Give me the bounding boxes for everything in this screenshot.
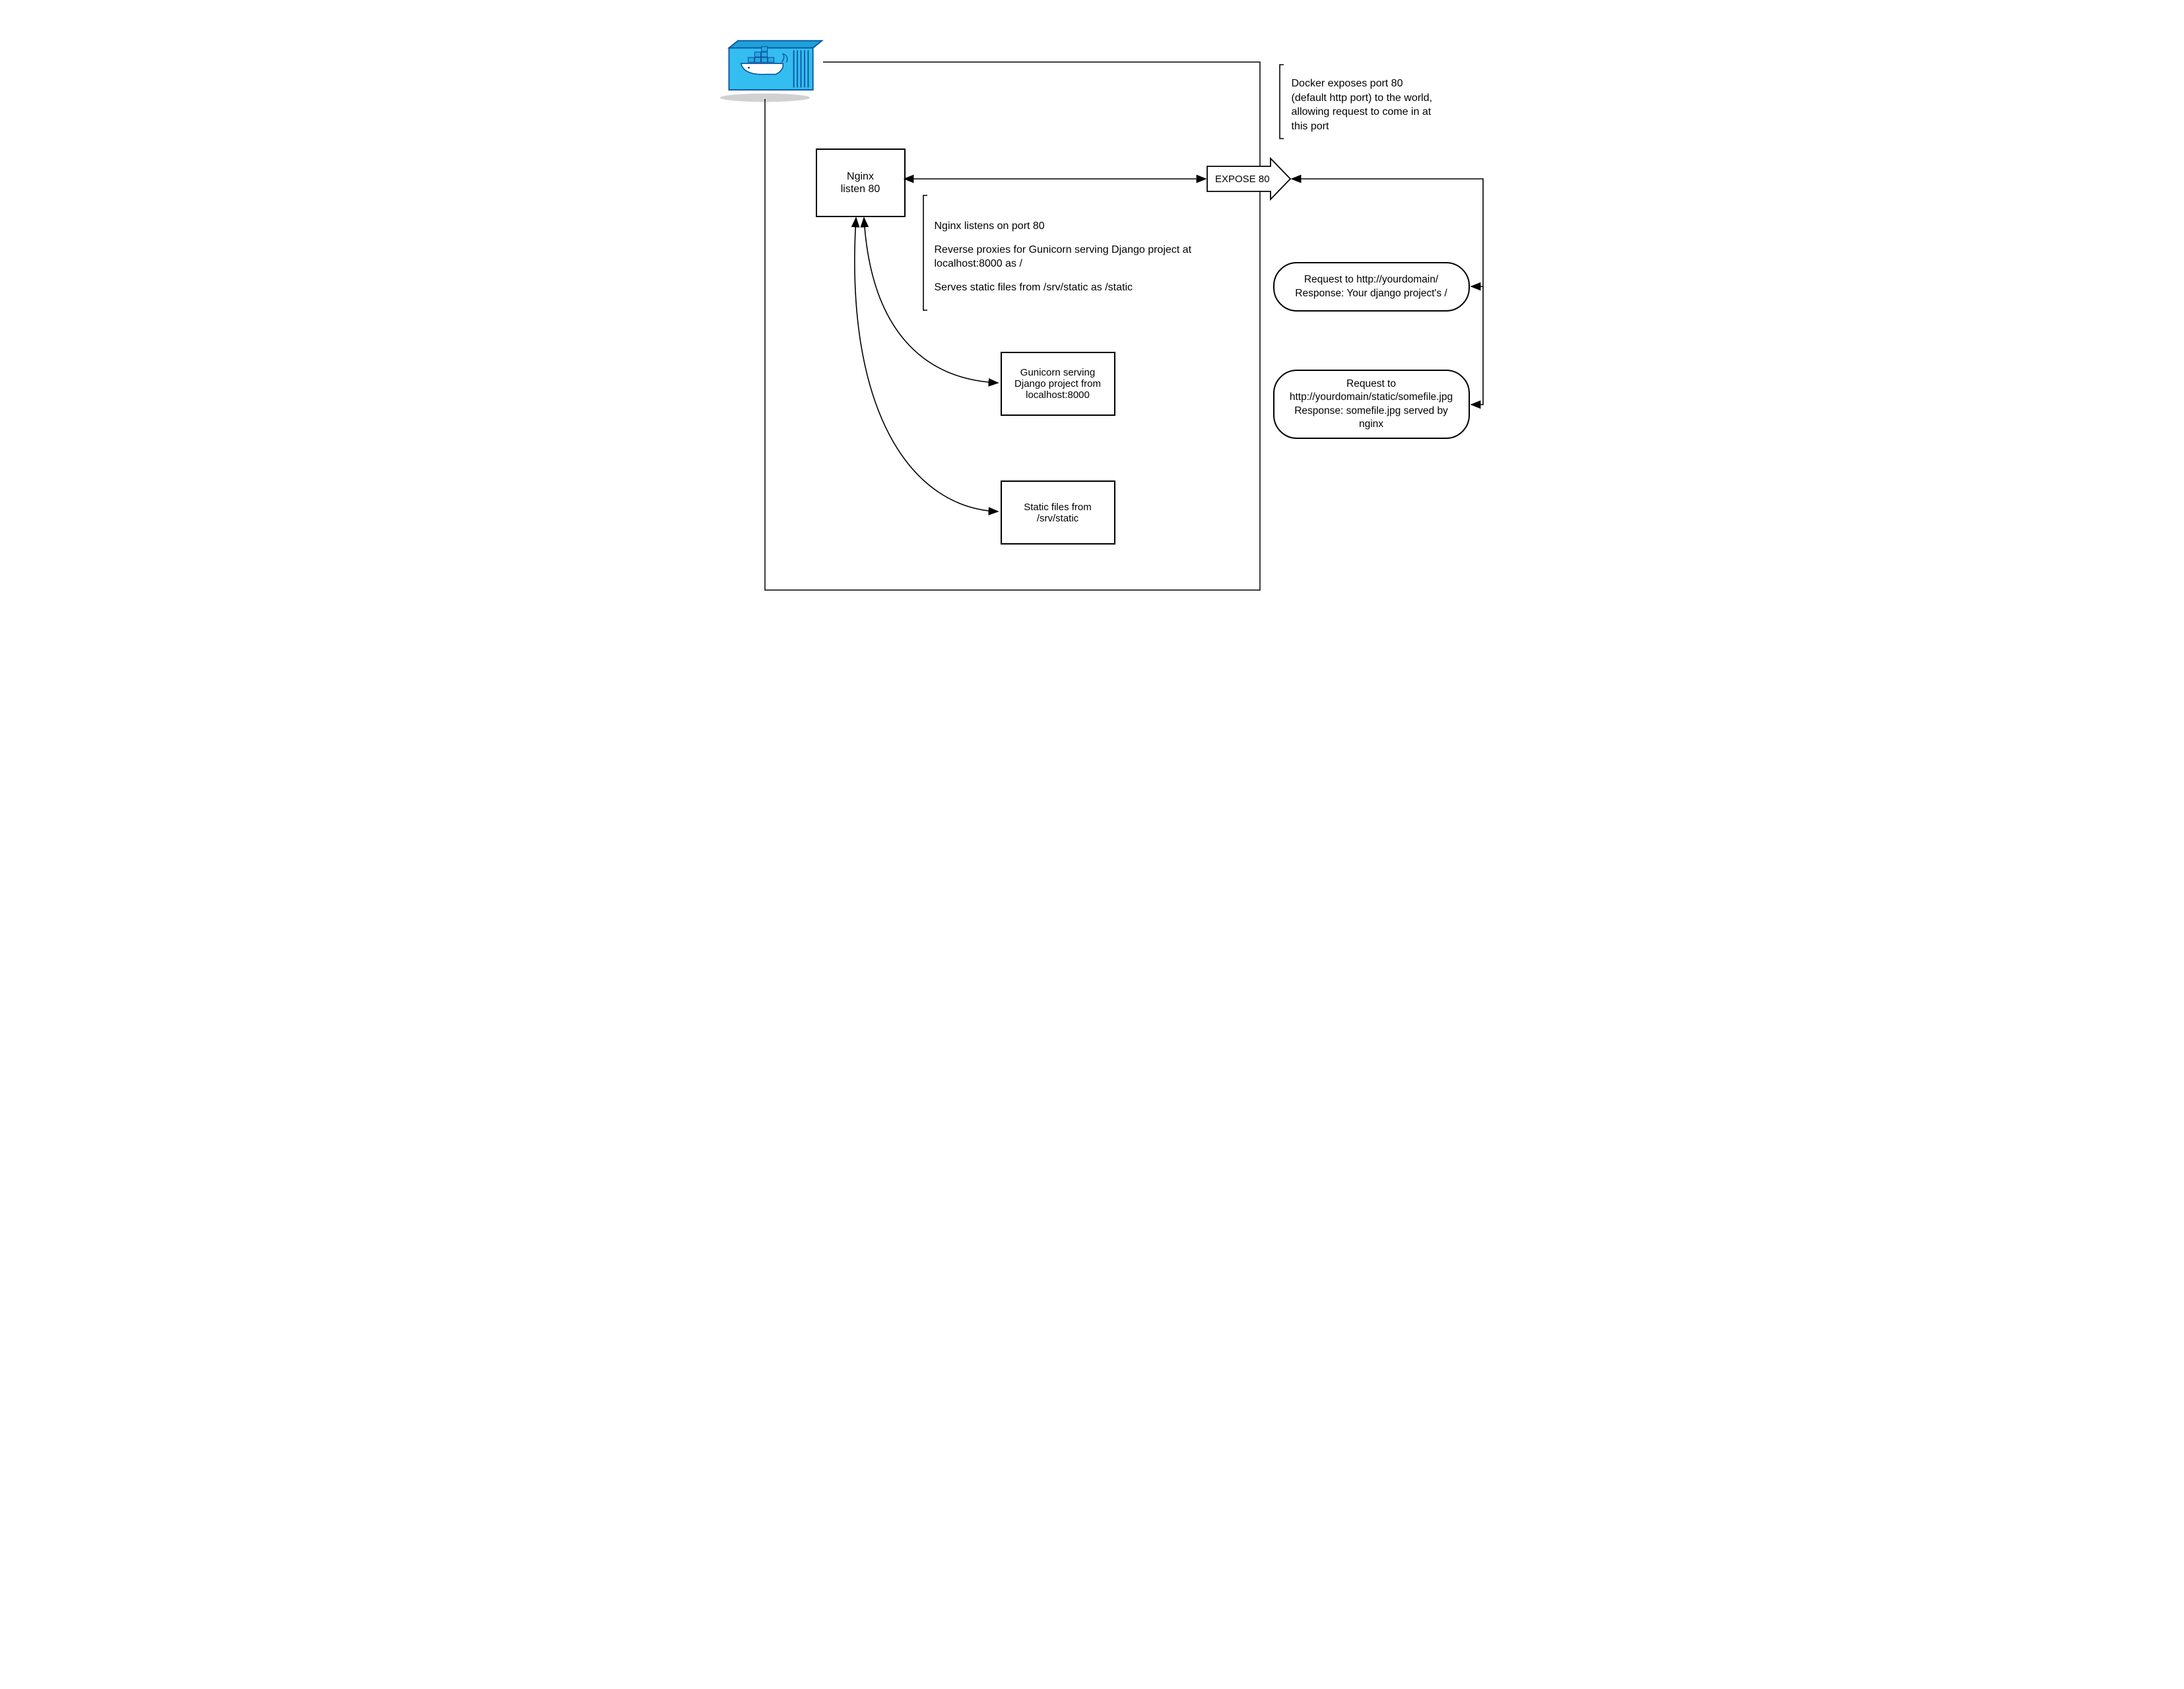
expose-label: EXPOSE 80 xyxy=(1215,174,1270,185)
static-files-box: Static files from /srv/static xyxy=(1001,480,1115,545)
diagram-canvas: Nginx listen 80 Gunicorn serving Django … xyxy=(679,0,1506,639)
gunicorn-label: Gunicorn serving Django project from loc… xyxy=(1005,367,1111,401)
branch-to-request-static-connector xyxy=(1471,286,1483,405)
expose-arrow-shape: EXPOSE 80 xyxy=(1207,158,1290,199)
request-static-line1: Request to xyxy=(1286,378,1457,391)
nginx-note-line3: Serves static files from /srv/static as … xyxy=(935,281,1212,295)
nginx-label: Nginx xyxy=(847,170,874,183)
static-files-label: Static files from /srv/static xyxy=(1005,502,1111,524)
nginx-note-line1: Nginx listens on port 80 xyxy=(935,219,1212,234)
request-static-line3: Response: somefile.jpg served by nginx xyxy=(1286,405,1457,431)
docker-container-icon xyxy=(706,38,824,104)
nginx-box: Nginx listen 80 xyxy=(816,149,906,217)
request-root-node: Request to http://yourdomain/ Response: … xyxy=(1273,262,1470,312)
nginx-note-line2: Reverse proxies for Gunicorn serving Dja… xyxy=(935,243,1212,271)
gunicorn-box: Gunicorn serving Django project from loc… xyxy=(1001,352,1115,416)
request-static-node: Request to http://yourdomain/static/some… xyxy=(1273,370,1470,439)
docker-note-bracket xyxy=(1280,65,1284,139)
docker-note-text: Docker exposes port 80 (default http por… xyxy=(1292,78,1432,132)
docker-note: Docker exposes port 80 (default http por… xyxy=(1292,77,1434,133)
nginx-note-bracket xyxy=(923,195,927,310)
request-root-line2: Response: Your django project's / xyxy=(1295,287,1447,300)
nginx-note: Nginx listens on port 80 Reverse proxies… xyxy=(935,219,1212,294)
request-root-line1: Request to http://yourdomain/ xyxy=(1295,273,1447,286)
request-static-line2: http://yourdomain/static/somefile.jpg xyxy=(1286,391,1457,404)
nginx-listen-label: listen 80 xyxy=(841,183,880,195)
